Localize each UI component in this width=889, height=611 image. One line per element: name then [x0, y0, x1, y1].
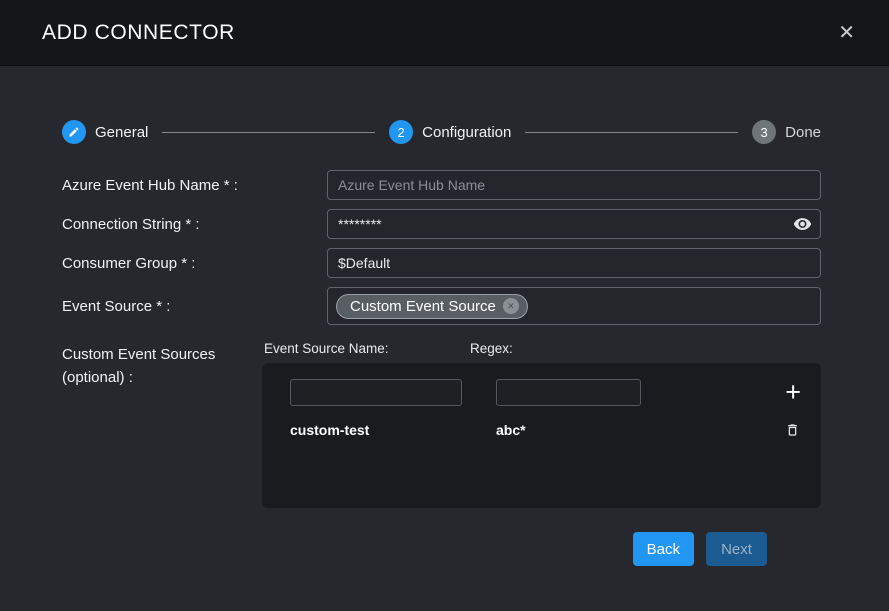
consumer-group-control — [327, 248, 821, 278]
event-source-input[interactable]: Custom Event Source ✕ — [327, 287, 821, 325]
modal-header: ADD CONNECTOR ✕ — [0, 0, 889, 66]
custom-sources-panel: + custom-test abc* — [262, 363, 821, 508]
trash-icon — [785, 422, 800, 438]
step-done[interactable]: 3 Done — [752, 120, 821, 144]
pencil-icon — [62, 120, 86, 144]
eye-icon — [793, 215, 812, 234]
custom-sources-label: Custom Event Sources (optional) : — [62, 341, 262, 390]
hub-name-row: Azure Event Hub Name * : — [62, 170, 821, 200]
step-2-number-icon: 2 — [389, 120, 413, 144]
event-source-chip[interactable]: Custom Event Source ✕ — [336, 294, 528, 319]
modal-title: ADD CONNECTOR — [42, 21, 235, 45]
step-general-label: General — [95, 124, 148, 141]
consumer-group-label: Consumer Group * : — [62, 255, 327, 272]
custom-sources-control: Event Source Name: Regex: + custom-test … — [262, 341, 821, 508]
connection-string-control — [327, 209, 821, 239]
step-connector-line — [525, 132, 738, 133]
close-icon[interactable]: ✕ — [834, 19, 859, 47]
step-configuration[interactable]: 2 Configuration — [389, 120, 511, 144]
custom-sources-row: Custom Event Sources (optional) : Event … — [62, 341, 821, 508]
name-column-header: Event Source Name: — [264, 341, 470, 356]
consumer-group-input[interactable] — [327, 248, 821, 278]
connection-string-label: Connection String * : — [62, 216, 327, 233]
step-general[interactable]: General — [62, 120, 148, 144]
step-3-number-icon: 3 — [752, 120, 776, 144]
step-done-label: Done — [785, 124, 821, 141]
chip-label: Custom Event Source — [350, 298, 496, 315]
regex-column-header: Regex: — [470, 341, 821, 356]
next-button[interactable]: Next — [706, 532, 767, 566]
step-configuration-label: Configuration — [422, 124, 511, 141]
consumer-group-row: Consumer Group * : — [62, 248, 821, 278]
hub-name-control — [327, 170, 821, 200]
hub-name-input[interactable] — [327, 170, 821, 200]
event-source-control: Custom Event Source ✕ — [327, 287, 821, 325]
connection-string-input[interactable] — [327, 209, 821, 239]
new-source-row: + — [290, 379, 803, 406]
connection-string-row: Connection String * : — [62, 209, 821, 239]
delete-source-button[interactable] — [782, 422, 803, 438]
stepper: General 2 Configuration 3 Done — [62, 120, 821, 144]
plus-icon: + — [785, 377, 801, 407]
add-source-button[interactable]: + — [783, 379, 803, 406]
hub-name-label: Azure Event Hub Name * : — [62, 177, 327, 194]
event-source-row: Event Source * : Custom Event Source ✕ — [62, 287, 821, 325]
configuration-form: Azure Event Hub Name * : Connection Stri… — [62, 170, 821, 566]
custom-sources-headers: Event Source Name: Regex: — [262, 341, 821, 356]
source-regex-value: abc* — [496, 422, 773, 438]
event-source-label: Event Source * : — [62, 298, 327, 315]
source-table-row: custom-test abc* — [290, 422, 803, 438]
new-source-regex-input[interactable] — [496, 379, 641, 406]
show-password-button[interactable] — [793, 215, 812, 234]
new-source-name-input[interactable] — [290, 379, 462, 406]
back-button[interactable]: Back — [633, 532, 694, 566]
step-connector-line — [162, 132, 375, 133]
add-connector-modal: ADD CONNECTOR ✕ General 2 Configuration … — [0, 0, 889, 611]
modal-footer: Back Next — [62, 532, 767, 566]
source-name-value: custom-test — [290, 422, 496, 438]
chip-remove-icon[interactable]: ✕ — [503, 298, 519, 314]
